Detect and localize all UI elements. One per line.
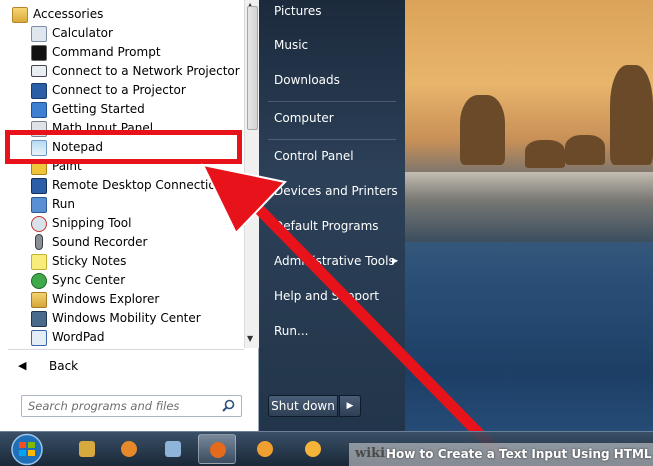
shutdown-options-button[interactable]: ▶ xyxy=(339,395,361,417)
menu-help-support[interactable]: Help and Support xyxy=(274,289,379,303)
sync-icon xyxy=(31,273,47,289)
taskbar-firefox-button[interactable] xyxy=(198,434,236,464)
programs-scrollbar[interactable]: ▲ ▼ xyxy=(244,0,259,348)
program-sync-center[interactable]: Sync Center xyxy=(0,271,244,290)
laptop-icon xyxy=(31,311,47,327)
search-icon[interactable] xyxy=(222,399,235,412)
program-command-prompt[interactable]: Command Prompt xyxy=(0,43,244,62)
menu-run[interactable]: Run... xyxy=(274,324,308,338)
menu-administrative-tools[interactable]: Administrative Tools xyxy=(274,254,395,268)
submenu-arrow-icon: ▶ xyxy=(392,256,399,265)
sea-rock xyxy=(610,65,653,165)
program-label: Sync Center xyxy=(52,273,126,287)
menu-pictures[interactable]: Pictures xyxy=(274,4,322,18)
program-mobility-center[interactable]: Windows Mobility Center xyxy=(0,309,244,328)
taskbar-messenger-button[interactable] xyxy=(246,434,284,464)
program-windows-explorer[interactable]: Windows Explorer xyxy=(0,290,244,309)
menu-music[interactable]: Music xyxy=(274,38,308,52)
all-programs-list: Accessories Calculator Command Prompt Co… xyxy=(0,0,244,348)
program-projector[interactable]: Connect to a Projector xyxy=(0,81,244,100)
back-label: Back xyxy=(49,359,79,373)
explorer-folder-icon xyxy=(31,292,47,308)
sea-rock xyxy=(525,140,565,168)
highlight-box xyxy=(5,130,242,164)
program-label: Getting Started xyxy=(52,102,145,116)
programs-pane: Accessories Calculator Command Prompt Co… xyxy=(0,0,259,431)
scroll-down-icon[interactable]: ▼ xyxy=(247,334,253,343)
search-input[interactable]: Search programs and files xyxy=(21,395,242,417)
calculator-icon xyxy=(31,26,47,42)
sea-rock xyxy=(565,135,605,165)
watermark-caption: How to Create a Text Input Using HTML xyxy=(386,447,652,461)
back-button[interactable]: ◀ Back xyxy=(0,356,259,378)
run-icon xyxy=(31,197,47,213)
program-wordpad[interactable]: WordPad xyxy=(0,328,244,347)
program-label: Remote Desktop Connection xyxy=(52,178,224,192)
program-remote-desktop[interactable]: Remote Desktop Connection xyxy=(0,176,244,195)
firefox-icon xyxy=(210,442,226,458)
menu-devices-printers[interactable]: Devices and Printers xyxy=(274,184,398,198)
display-icon xyxy=(31,83,47,99)
folder-label: Accessories xyxy=(33,7,104,21)
chat-bubble-icon xyxy=(305,441,321,457)
folder-icon xyxy=(12,7,28,23)
program-run[interactable]: Run xyxy=(0,195,244,214)
wordpad-icon xyxy=(31,330,47,346)
menu-default-programs[interactable]: Default Programs xyxy=(274,219,379,233)
program-label: Connect to a Projector xyxy=(52,83,186,97)
program-sticky-notes[interactable]: Sticky Notes xyxy=(0,252,244,271)
menu-control-panel[interactable]: Control Panel xyxy=(274,149,354,163)
menu-computer[interactable]: Computer xyxy=(274,111,334,125)
menu-divider xyxy=(8,349,244,350)
getting-started-icon xyxy=(31,102,47,118)
program-label: Windows Explorer xyxy=(52,292,160,306)
menu-downloads[interactable]: Downloads xyxy=(274,73,340,87)
sea-foam xyxy=(380,172,653,242)
menu-separator xyxy=(268,101,396,102)
start-menu: Accessories Calculator Command Prompt Co… xyxy=(0,0,405,431)
messenger-icon xyxy=(257,441,273,457)
search-placeholder: Search programs and files xyxy=(28,399,180,413)
remote-desktop-icon xyxy=(31,178,47,194)
taskbar-explorer-button[interactable] xyxy=(68,434,106,464)
sea-rock xyxy=(460,95,505,165)
program-getting-started[interactable]: Getting Started xyxy=(0,100,244,119)
program-network-projector[interactable]: Connect to a Network Projector xyxy=(0,62,244,81)
scrollbar-thumb[interactable] xyxy=(247,6,258,130)
projector-icon xyxy=(31,65,47,77)
taskbar-app-button[interactable] xyxy=(154,434,192,464)
microphone-icon xyxy=(35,234,43,250)
wikihow-logo: wiki xyxy=(355,446,386,461)
program-label: WordPad xyxy=(52,330,105,344)
start-orb-button[interactable] xyxy=(8,433,46,466)
program-label: Sticky Notes xyxy=(52,254,127,268)
program-label: Connect to a Network Projector xyxy=(52,64,240,78)
program-sound-recorder[interactable]: Sound Recorder xyxy=(0,233,244,252)
program-label: Run xyxy=(52,197,76,211)
program-snipping-tool[interactable]: Snipping Tool xyxy=(0,214,244,233)
folder-icon xyxy=(79,441,95,457)
scissors-icon xyxy=(31,216,47,232)
arrow-right-icon: ▶ xyxy=(346,401,354,411)
command-prompt-icon xyxy=(31,45,47,61)
program-label: Command Prompt xyxy=(52,45,161,59)
media-player-icon xyxy=(121,441,137,457)
program-calculator[interactable]: Calculator xyxy=(0,24,244,43)
program-label: Calculator xyxy=(52,26,113,40)
program-label: Sound Recorder xyxy=(52,235,148,249)
folder-accessories[interactable]: Accessories xyxy=(0,5,244,24)
shutdown-button[interactable]: Shut down xyxy=(268,395,338,417)
app-icon xyxy=(165,441,181,457)
menu-separator xyxy=(268,139,396,140)
sticky-note-icon xyxy=(31,254,47,270)
taskbar-media-player-button[interactable] xyxy=(110,434,148,464)
program-label: Windows Mobility Center xyxy=(52,311,201,325)
program-label: Snipping Tool xyxy=(52,216,132,230)
back-arrow-icon: ◀ xyxy=(18,359,27,372)
taskbar-chat-button[interactable] xyxy=(294,434,332,464)
